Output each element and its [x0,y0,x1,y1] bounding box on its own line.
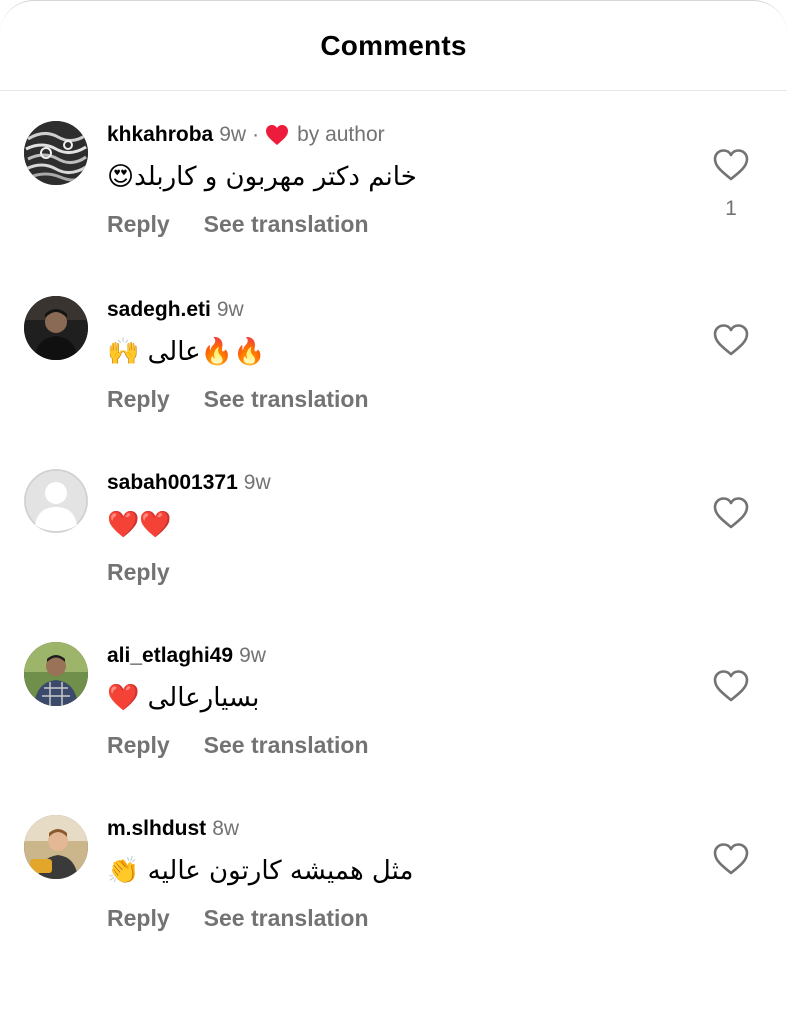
comment-item: khkahroba 9w · by author خانم دکتر مهربو… [0,121,787,271]
comment-actions: Reply See translation [107,730,369,760]
reply-button[interactable]: Reply [107,559,170,586]
avatar[interactable] [24,296,88,360]
heart-outline-icon [713,497,749,529]
see-translation-button[interactable]: See translation [204,386,369,413]
comment-username[interactable]: khkahroba [107,123,213,147]
like-button[interactable] [711,839,751,879]
comment-time: 9w [243,471,271,494]
comment-text: ❤️❤️ [107,510,172,540]
comment-meta: sabah001371 9w [107,469,271,497]
avatar[interactable] [24,121,88,185]
default-avatar-icon [24,469,88,533]
page-title: Comments [320,29,467,61]
comment-time: 9w [219,123,247,146]
comment-body: مثل همیشه کارتون عالیه 👏 [107,849,413,893]
comment-actions: Reply See translation [107,903,369,933]
heart-outline-icon [713,324,749,356]
comment-text: 🔥🔥عالی 🙌 [107,337,266,367]
comment-body: 🔥🔥عالی 🙌 [107,330,265,374]
comment-actions: Reply [107,557,204,587]
comment-time: 9w [239,644,266,667]
like-button[interactable] [711,493,751,533]
like-button[interactable] [711,145,751,185]
avatar[interactable] [24,642,88,706]
comments-sheet: Comments khkahroba 9w · by author خانم د… [0,0,787,1024]
comment-meta: m.slhdust 8w [107,815,239,843]
comment-username[interactable]: m.slhdust [107,817,206,841]
reply-button[interactable]: Reply [107,732,170,759]
reply-button[interactable]: Reply [107,386,170,413]
comment-time: 8w [212,817,240,840]
comments-header: Comments [0,1,787,91]
see-translation-button[interactable]: See translation [204,732,369,759]
comment-body: ❤️❤️ [107,503,172,547]
comment-item: ali_etlaghi49 9w بسیارعالی ❤️ Reply See … [0,642,787,792]
comment-username[interactable]: sabah001371 [107,471,238,495]
by-author-label: by author [297,123,385,146]
comment-actions: Reply See translation [107,384,369,414]
avatar-photo-icon [24,296,88,360]
comment-actions: Reply See translation [107,209,369,239]
comment-item: sabah001371 9w ❤️❤️ Reply [0,469,787,619]
comment-username[interactable]: ali_etlaghi49 [107,644,233,668]
see-translation-button[interactable]: See translation [204,905,369,932]
comment-meta: khkahroba 9w · by author [107,121,385,149]
comment-item: sadegh.eti 9w 🔥🔥عالی 🙌 Reply See transla… [0,296,787,446]
like-button[interactable] [711,320,751,360]
avatar-photo-icon [24,642,88,706]
heart-outline-icon [713,670,749,702]
comment-username[interactable]: sadegh.eti [107,298,211,322]
comment-item: m.slhdust 8w مثل همیشه کارتون عالیه 👏 Re… [0,815,787,965]
like-button[interactable] [711,666,751,706]
avatar[interactable] [24,815,88,879]
comment-meta: ali_etlaghi49 9w [107,642,266,670]
author-heart-icon [265,124,289,146]
comment-text: بسیارعالی ❤️ [107,683,260,713]
comment-body: بسیارعالی ❤️ [107,676,259,720]
avatar[interactable] [24,469,88,533]
avatar-pattern-icon [24,121,88,185]
comment-text: خانم دکتر مهربون و کاربلد😍 [107,162,417,192]
reply-button[interactable]: Reply [107,905,170,932]
avatar-photo-icon [24,815,88,879]
meta-separator: · [252,123,260,146]
comment-time: 9w [216,298,244,321]
see-translation-button[interactable]: See translation [204,211,369,238]
comment-body: خانم دکتر مهربون و کاربلد😍 [107,155,417,199]
comment-meta: sadegh.eti 9w [107,296,244,324]
heart-outline-icon [713,843,749,875]
reply-button[interactable]: Reply [107,211,170,238]
comment-text: مثل همیشه کارتون عالیه 👏 [107,856,414,886]
like-count: 1 [725,197,737,220]
heart-outline-icon [713,149,749,181]
